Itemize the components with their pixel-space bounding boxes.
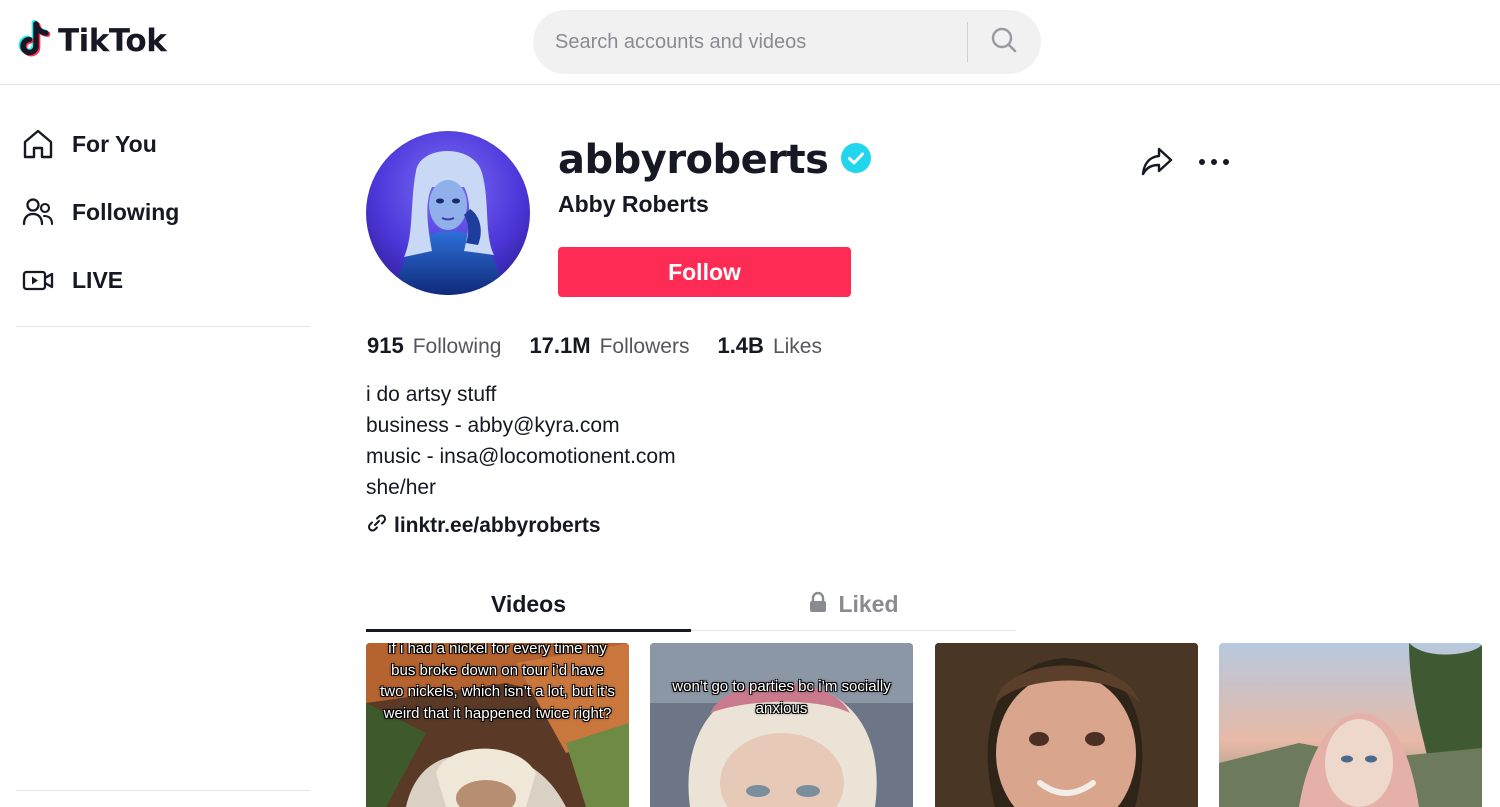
tab-videos[interactable]: Videos bbox=[366, 578, 691, 631]
stat-followers[interactable]: 17.1M Followers bbox=[529, 333, 689, 359]
sidebar-item-following[interactable]: Following bbox=[20, 192, 179, 232]
follow-button[interactable]: Follow bbox=[558, 247, 851, 297]
profile-bio: i do artsy stuff business - abby@kyra.co… bbox=[366, 379, 676, 503]
bio-line: business - abby@kyra.com bbox=[366, 414, 620, 437]
profile-tabs: Videos Liked bbox=[366, 578, 1016, 632]
video-thumbnail[interactable]: won’t go to parties bc i’m socially anxi… bbox=[650, 643, 913, 807]
stat-following[interactable]: 915 Following bbox=[367, 333, 501, 359]
more-options-button[interactable] bbox=[1195, 144, 1233, 182]
video-thumbnail[interactable] bbox=[1219, 643, 1482, 807]
sidebar-item-label: Following bbox=[72, 198, 180, 225]
verified-badge-icon bbox=[840, 142, 872, 179]
search-button[interactable] bbox=[978, 18, 1030, 66]
active-tab-indicator bbox=[366, 629, 691, 632]
search-input[interactable] bbox=[555, 10, 965, 74]
sidebar: For You Following LIVE bbox=[0, 86, 330, 807]
profile-link[interactable]: linktr.ee/abbyroberts bbox=[366, 512, 601, 539]
sidebar-item-live[interactable]: LIVE bbox=[20, 260, 123, 300]
bio-line: she/her bbox=[366, 476, 437, 499]
search-divider bbox=[967, 22, 968, 62]
tab-label: Videos bbox=[491, 591, 566, 617]
top-header: TikTok bbox=[0, 0, 1500, 85]
avatar[interactable] bbox=[366, 131, 530, 295]
logo-text: TikTok bbox=[58, 23, 167, 59]
stat-label: Followers bbox=[599, 335, 690, 358]
username-row: abbyroberts bbox=[558, 133, 872, 187]
ellipsis-icon bbox=[1197, 154, 1231, 172]
sidebar-divider bbox=[16, 790, 310, 791]
tab-label: Liked bbox=[838, 591, 899, 617]
search-icon bbox=[990, 26, 1018, 59]
tab-liked[interactable]: Liked bbox=[691, 578, 1016, 631]
share-button[interactable] bbox=[1138, 144, 1176, 182]
live-camera-icon bbox=[20, 262, 56, 298]
sidebar-divider bbox=[16, 326, 310, 327]
sidebar-item-label: LIVE bbox=[72, 266, 124, 293]
bio-line: i do artsy stuff bbox=[366, 383, 497, 406]
stat-likes: 1.4B Likes bbox=[717, 333, 822, 359]
display-name: Abby Roberts bbox=[558, 191, 709, 217]
bio-line: music - insa@locomotionent.com bbox=[366, 445, 676, 468]
profile-stats: 915 Following 17.1M Followers 1.4B Likes bbox=[367, 333, 822, 359]
home-icon bbox=[20, 126, 56, 162]
stat-value: 17.1M bbox=[529, 333, 591, 358]
tiktok-logo[interactable]: TikTok bbox=[16, 20, 167, 62]
search-bar bbox=[533, 10, 1041, 74]
share-arrow-icon bbox=[1140, 144, 1174, 183]
stat-label: Likes bbox=[772, 335, 822, 358]
video-caption: if i had a nickel for every time my bus … bbox=[380, 643, 615, 722]
lock-icon bbox=[808, 591, 828, 619]
video-thumbnail[interactable] bbox=[935, 643, 1198, 807]
stat-label: Following bbox=[412, 335, 502, 358]
tiktok-note-icon bbox=[16, 20, 52, 62]
stat-value: 1.4B bbox=[717, 333, 764, 358]
people-icon bbox=[20, 194, 56, 230]
link-icon bbox=[366, 512, 388, 539]
sidebar-item-for-you[interactable]: For You bbox=[20, 124, 157, 164]
stat-value: 915 bbox=[367, 333, 404, 358]
video-caption: won’t go to parties bc i’m socially anxi… bbox=[672, 678, 891, 717]
video-thumbnail[interactable]: if i had a nickel for every time my bus … bbox=[366, 643, 629, 807]
sidebar-item-label: For You bbox=[72, 130, 157, 157]
link-text: linktr.ee/abbyroberts bbox=[394, 513, 601, 537]
username: abbyroberts bbox=[558, 137, 829, 183]
